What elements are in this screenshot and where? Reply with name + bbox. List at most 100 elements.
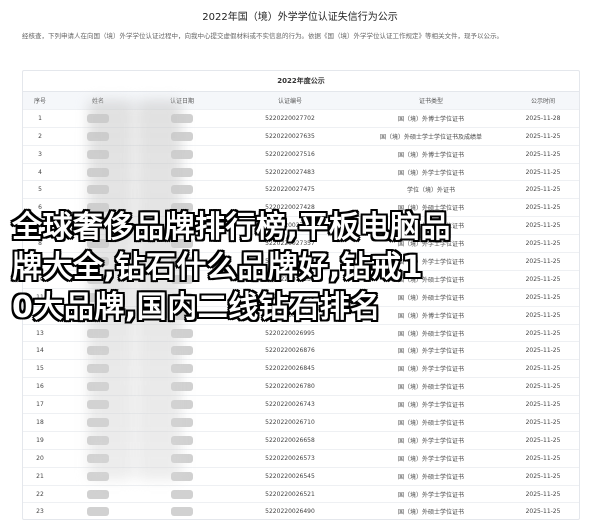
cell-publish-date: 2025-11-25 <box>507 395 579 415</box>
redacted-value <box>171 328 193 338</box>
cell-name <box>57 431 139 450</box>
cell-publish-date: 2025-11-25 <box>507 449 579 468</box>
redacted-value <box>171 471 193 481</box>
cell-name <box>57 127 139 146</box>
redacted-value <box>87 113 109 123</box>
cell-cert-date <box>139 485 225 504</box>
cell-publish-date: 2025-11-25 <box>507 377 579 397</box>
redacted-value <box>87 400 109 410</box>
redacted-value <box>171 346 193 356</box>
header-publish-date: 公示时间 <box>507 92 579 110</box>
table-row: 22 5220220026521 国（境）外学士学位证书 2025-11-25 <box>23 485 579 504</box>
cell-no: 22 <box>23 485 57 504</box>
redacted-value <box>171 453 193 463</box>
promo-overlay-text: 全球奢侈品牌排行榜,平板电脑品 牌大全,钻石什么品牌好,钻戒1 0大品牌,国内二… <box>12 208 592 328</box>
cell-name <box>57 413 139 432</box>
cell-cert-number: 5220220027483 <box>225 163 355 182</box>
table-header-row: 序号 姓名 认证日期 认证编号 证书类型 公示时间 <box>23 92 579 110</box>
cell-publish-date: 2025-11-25 <box>507 127 579 146</box>
table-row: 2 5220220027635 国（境）外硕士学士学位证书及成绩单 2025-11-2… <box>23 127 579 146</box>
cell-no: 3 <box>23 145 57 164</box>
cell-publish-date: 2025-11-28 <box>507 109 579 128</box>
cell-cert-date <box>139 502 225 519</box>
cell-no: 4 <box>23 163 57 182</box>
redacted-value <box>171 435 193 445</box>
redacted-value <box>87 471 109 481</box>
cell-cert-type: 国（境）外学士学位证书 <box>355 341 507 361</box>
cell-no: 15 <box>23 359 57 379</box>
redacted-value <box>171 382 193 392</box>
cell-cert-type: 国（境）外博士学位证书 <box>355 109 507 128</box>
cell-publish-date: 2025-11-25 <box>507 163 579 182</box>
table-row: 19 5220220026658 国（境）外学士学位证书 2025-11-25 <box>23 431 579 450</box>
table-row: 5 5220220027475 学位（境）外证书 2025-11-25 <box>23 180 579 200</box>
cell-cert-date <box>139 163 225 182</box>
cell-no: 17 <box>23 395 57 415</box>
header-no: 序号 <box>23 92 57 110</box>
intro-text: 经核查，下列申请人在向国（境）外学学位认证过程中，向我中心提交虚假材料或不实信息… <box>22 32 503 40</box>
cell-no: 2 <box>23 127 57 146</box>
cell-publish-date: 2025-11-25 <box>507 180 579 200</box>
table-row: 23 5220220026490 国（境）外硕士学位证书 2025-11-25 <box>23 502 579 519</box>
cell-cert-type: 国（境）外博士学位证书 <box>355 145 507 164</box>
cell-no: 5 <box>23 180 57 200</box>
header-cert-type: 证书类型 <box>355 92 507 110</box>
cell-no: 19 <box>23 431 57 450</box>
redacted-value <box>87 489 109 499</box>
cell-cert-date <box>139 341 225 361</box>
cell-publish-date: 2025-11-25 <box>507 467 579 486</box>
cell-cert-number: 5220220026490 <box>225 502 355 519</box>
redacted-value <box>171 113 193 123</box>
cell-cert-date <box>139 431 225 450</box>
cell-cert-type: 国（境）外硕士学位证书 <box>355 413 507 432</box>
redacted-value <box>171 507 193 517</box>
cell-cert-number: 5220220026876 <box>225 341 355 361</box>
cell-name <box>57 163 139 182</box>
cell-name <box>57 502 139 519</box>
redacted-value <box>87 435 109 445</box>
cell-cert-type: 国（境）外硕士学士学位证书及成绩单 <box>355 127 507 146</box>
table-row: 17 5220220026743 国（境）外学士学位证书 2025-11-25 <box>23 395 579 415</box>
table-row: 14 5220220026876 国（境）外学士学位证书 2025-11-25 <box>23 341 579 361</box>
cell-cert-date <box>139 127 225 146</box>
cell-cert-type: 国（境）外硕士学位证书 <box>355 467 507 486</box>
table-row: 15 5220220026845 国（境）外学士学位证书 2025-11-25 <box>23 359 579 379</box>
cell-publish-date: 2025-11-25 <box>507 431 579 450</box>
cell-cert-number: 5220220026780 <box>225 377 355 397</box>
header-cert-number: 认证编号 <box>225 92 355 110</box>
redacted-value <box>87 131 109 141</box>
cell-no: 14 <box>23 341 57 361</box>
cell-name <box>57 180 139 200</box>
redacted-value <box>87 149 109 159</box>
redacted-value <box>87 364 109 374</box>
table-row: 20 5220220026573 国（境）外学士学位证书 2025-11-25 <box>23 449 579 468</box>
cell-no: 16 <box>23 377 57 397</box>
cell-cert-type: 国（境）外学士学位证书 <box>355 431 507 450</box>
overlay-line-3: 0大品牌,国内二线钻石排名 <box>12 290 381 325</box>
cell-cert-number: 5220220026743 <box>225 395 355 415</box>
redacted-value <box>171 185 193 195</box>
table-row: 16 5220220026780 国（境）外硕士学位证书 2025-11-25 <box>23 377 579 397</box>
header-cert-date: 认证日期 <box>139 92 225 110</box>
table-title: 2022年度公示 <box>23 71 579 92</box>
cell-name <box>57 109 139 128</box>
cell-name <box>57 467 139 486</box>
redacted-value <box>87 453 109 463</box>
cell-name <box>57 341 139 361</box>
cell-name <box>57 145 139 164</box>
page-title: 2022年国（境）外学学位认证失信行为公示 <box>202 12 398 23</box>
cell-cert-date <box>139 413 225 432</box>
cell-name <box>57 449 139 468</box>
cell-cert-date <box>139 467 225 486</box>
table-row: 4 5220220027483 国（境）外学士学位证书 2025-11-25 <box>23 163 579 182</box>
redacted-value <box>87 167 109 177</box>
cell-cert-number: 5220220026545 <box>225 467 355 486</box>
cell-name <box>57 359 139 379</box>
cell-cert-type: 国（境）外学士学位证书 <box>355 485 507 504</box>
cell-publish-date: 2025-11-25 <box>507 413 579 432</box>
cell-cert-date <box>139 377 225 397</box>
cell-no: 23 <box>23 502 57 519</box>
cell-cert-type: 国（境）外硕士学位证书 <box>355 502 507 519</box>
cell-cert-date <box>139 145 225 164</box>
redacted-value <box>171 167 193 177</box>
